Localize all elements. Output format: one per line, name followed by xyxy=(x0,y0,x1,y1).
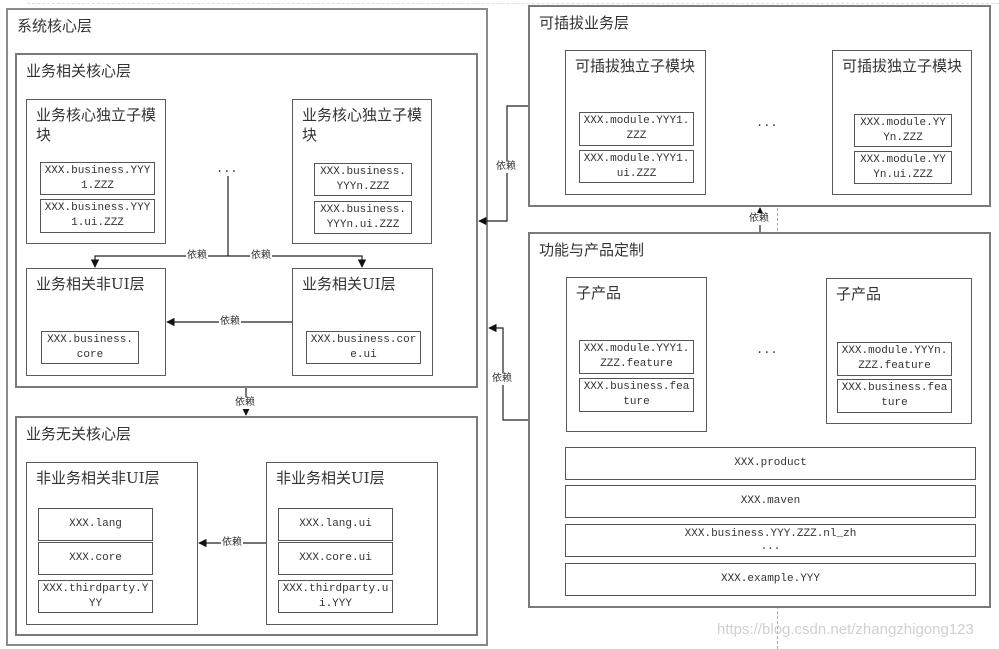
dependency-label: 依赖 xyxy=(495,161,517,173)
package-box-wide: XXX.maven xyxy=(565,485,976,518)
package-box: XXX.thirdparty.ui.YYY xyxy=(278,580,393,613)
package-box: XXX.module.YYYn.ui.ZZZ xyxy=(854,151,952,184)
dependency-label: 依赖 xyxy=(221,537,243,549)
package-box: XXX.business.feature xyxy=(837,379,952,413)
business-ui-layer-title: 业务相关UI层 xyxy=(302,275,396,293)
dependency-label: 依赖 xyxy=(748,213,770,225)
package-box-wide: XXX.example.YYY xyxy=(565,563,976,596)
package-box: XXX.module.YYY1.ui.ZZZ xyxy=(579,150,694,183)
package-box: XXX.module.YYY1.ZZZ xyxy=(579,112,694,146)
dependency-label: 依赖 xyxy=(219,316,241,328)
dependency-label: 依赖 xyxy=(491,373,513,385)
package-box: XXX.business.YYY1.ZZZ xyxy=(40,162,155,195)
package-box: XXX.module.YYYn.ZZZ xyxy=(854,114,952,147)
package-box: XXX.thirdparty.YYY xyxy=(38,580,153,613)
ellipsis: ... xyxy=(216,162,238,176)
pluggable-submodule-1-title: 可插拔独立子模块 xyxy=(575,57,696,75)
package-box: XXX.business.YYYn.ZZZ xyxy=(314,163,412,196)
package-box: XXX.business.YYYn.ui.ZZZ xyxy=(314,201,412,234)
dependency-label: 依赖 xyxy=(234,397,256,409)
dependency-label: 依赖 xyxy=(186,250,208,262)
pluggable-business-layer-title: 可插拔业务层 xyxy=(539,14,630,32)
package-box: XXX.business.YYY1.ui.ZZZ xyxy=(40,199,155,233)
ellipsis: ... xyxy=(756,116,778,130)
subproduct-1-title: 子产品 xyxy=(576,284,622,302)
business-submodule-n-title: 业务核心独立子模块 xyxy=(302,106,423,144)
subproduct-n-title: 子产品 xyxy=(836,285,882,303)
package-box: XXX.core xyxy=(38,542,153,575)
package-box-wide: XXX.product xyxy=(565,447,976,480)
business-submodule-1-title: 业务核心独立子模块 xyxy=(36,106,157,144)
pluggable-submodule-n-title: 可插拔独立子模块 xyxy=(842,57,963,75)
package-box: XXX.core.ui xyxy=(278,542,393,575)
non-business-ui-layer-title: 非业务相关UI层 xyxy=(276,469,385,487)
business-non-ui-layer-title: 业务相关非UI层 xyxy=(36,275,145,293)
watermark: https://blog.csdn.net/zhangzhigong123 xyxy=(717,621,974,638)
ellipsis: ... xyxy=(756,343,778,357)
package-box: XXX.module.YYYn.ZZZ.feature xyxy=(837,342,952,376)
non-business-non-ui-layer-title: 非业务相关非UI层 xyxy=(36,469,160,487)
business-core-layer-title: 业务相关核心层 xyxy=(26,62,132,80)
package-box: XXX.lang.ui xyxy=(278,508,393,541)
system-core-layer-title: 系统核心层 xyxy=(17,17,93,35)
feature-product-layer-title: 功能与产品定制 xyxy=(539,241,645,259)
package-box: XXX.lang xyxy=(38,508,153,541)
dependency-label: 依赖 xyxy=(250,250,272,262)
page-margin-guide xyxy=(27,3,999,4)
package-box: XXX.business.feature xyxy=(579,378,694,412)
non-business-core-layer-title: 业务无关核心层 xyxy=(26,425,132,443)
package-box: XXX.business.core xyxy=(41,331,139,364)
package-box-wide: XXX.business.YYY.ZZZ.nl_zh ... xyxy=(565,524,976,557)
package-box: XXX.business.core.ui xyxy=(306,331,421,364)
package-box: XXX.module.YYY1.ZZZ.feature xyxy=(579,340,694,374)
